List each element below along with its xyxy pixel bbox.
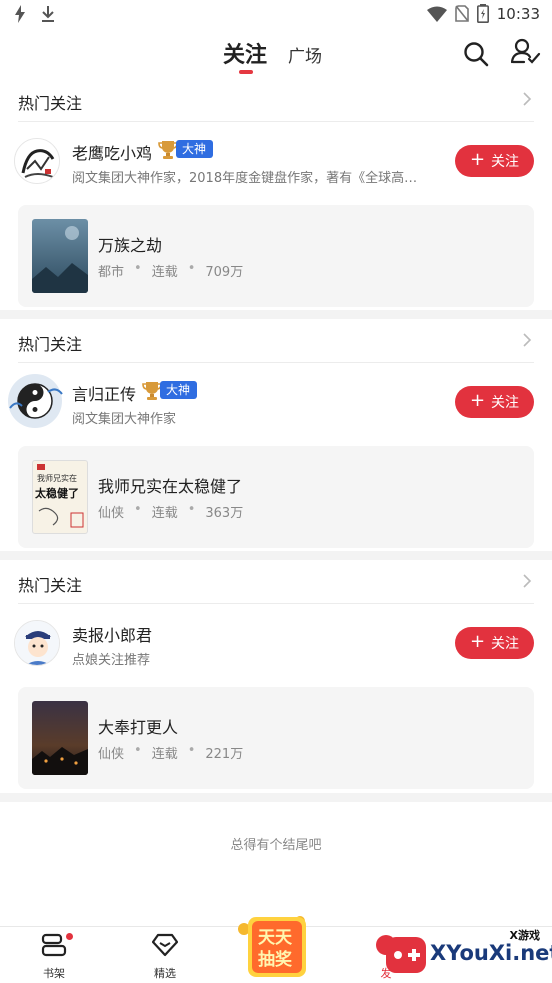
meta-separator: • <box>134 261 142 276</box>
active-tab-indicator <box>239 70 253 74</box>
top-header: 关注 广场 <box>0 30 552 78</box>
book-card[interactable]: 我师兄实在 太稳健了 我师兄实在太稳健了 仙侠 • 连载 • 363万 <box>18 446 534 548</box>
book-genre: 仙侠 <box>98 747 125 762</box>
book-card[interactable]: 大奉打更人 仙侠 • 连载 • 221万 <box>18 687 534 789</box>
author-name: 言归正传 <box>72 385 137 404</box>
section-header[interactable]: 热门关注 <box>18 319 534 363</box>
author-row[interactable]: 卖报小郎君 点娘关注推荐 + 关注 <box>0 605 552 683</box>
avatar[interactable] <box>6 372 64 430</box>
section-hot-follow: 热门关注 卖报小郎君 点娘关注推荐 + 关注 大奉打更人 仙侠 • 连载 • 2… <box>0 560 552 793</box>
watermark-main: XYouXi.net <box>430 941 552 965</box>
author-description: 点娘关注推荐 <box>72 653 151 668</box>
author-name: 卖报小郎君 <box>72 626 153 645</box>
flash-icon <box>15 5 25 23</box>
author-row[interactable]: 老鹰吃小鸡 大神 阅文集团大神作家，2018年度金键盘作家，著有《全球高… + … <box>0 123 552 201</box>
nav-label: 书架 <box>43 967 65 980</box>
book-word-count: 221万 <box>205 747 244 762</box>
book-title: 万族之劫 <box>98 236 163 255</box>
wifi-icon <box>426 6 447 22</box>
bottom-navigation: 书架 精选 天天 抽奖 发 X游戏 XYouXi.net <box>0 916 552 983</box>
section-header[interactable]: 热门关注 <box>18 78 534 122</box>
master-badge: 大神 <box>157 138 214 160</box>
battery-icon <box>476 4 489 23</box>
book-meta: 都市 • 连载 • 709万 <box>98 261 243 280</box>
section-title: 热门关注 <box>18 335 83 354</box>
chevron-right-icon <box>523 574 532 588</box>
follow-label: 关注 <box>491 636 520 652</box>
book-cover[interactable] <box>32 219 88 293</box>
book-status: 连载 <box>151 265 178 280</box>
author-description: 阅文集团大神作家 <box>72 412 177 427</box>
avatar[interactable] <box>14 620 60 666</box>
meta-separator: • <box>134 502 142 517</box>
bookshelf-icon <box>41 933 67 957</box>
book-card[interactable]: 万族之劫 都市 • 连载 • 709万 <box>18 205 534 307</box>
avatar[interactable] <box>14 138 60 184</box>
follow-label: 关注 <box>491 154 520 170</box>
end-of-list-text: 总得有个结尾吧 <box>230 838 322 853</box>
search-icon[interactable] <box>463 41 489 67</box>
book-title: 大奉打更人 <box>98 718 179 737</box>
section-header[interactable]: 热门关注 <box>18 560 534 604</box>
book-word-count: 363万 <box>205 506 244 521</box>
section-title: 热门关注 <box>18 94 83 113</box>
meta-separator: • <box>187 743 196 758</box>
book-cover[interactable]: 我师兄实在 太稳健了 <box>32 460 88 534</box>
nav-featured[interactable]: 精选 <box>135 933 195 981</box>
diamond-icon <box>151 933 179 957</box>
book-meta: 仙侠 • 连载 • 363万 <box>98 502 243 521</box>
lottery-line2: 抽奖 <box>258 950 292 970</box>
download-icon <box>42 6 54 22</box>
chevron-right-icon <box>523 333 532 347</box>
nav-label: 精选 <box>154 967 176 980</box>
author-description: 阅文集团大神作家，2018年度金键盘作家，著有《全球高… <box>72 171 418 186</box>
meta-separator: • <box>134 743 142 758</box>
notification-dot <box>66 933 73 940</box>
badge-label: 大神 <box>160 381 198 399</box>
meta-separator: • <box>187 502 196 517</box>
book-genre: 都市 <box>98 265 125 280</box>
follow-button[interactable]: + 关注 <box>455 145 534 177</box>
book-status: 连载 <box>151 747 178 762</box>
book-meta: 仙侠 • 连载 • 221万 <box>98 743 243 762</box>
list-end-area <box>0 802 552 926</box>
badge-label: 大神 <box>176 140 214 158</box>
section-hot-follow: 热门关注 言归正传 大神 阅文集团大神作家 + 关注 我师兄实在 太稳健了 我师… <box>0 319 552 551</box>
status-bar: 10:33 <box>0 0 552 30</box>
site-watermark: X游戏 XYouXi.net <box>374 925 552 983</box>
meta-separator: • <box>187 261 196 276</box>
book-genre: 仙侠 <box>98 506 125 521</box>
book-status: 连载 <box>151 506 178 521</box>
book-cover[interactable] <box>32 701 88 775</box>
book-title: 我师兄实在太稳健了 <box>98 477 243 496</box>
chevron-right-icon <box>523 92 532 106</box>
follow-button[interactable]: + 关注 <box>455 386 534 418</box>
author-name: 老鹰吃小鸡 <box>72 144 153 163</box>
nav-bookshelf[interactable]: 书架 <box>24 933 84 981</box>
tab-plaza[interactable]: 广场 <box>288 42 322 67</box>
tab-follow[interactable]: 关注 <box>223 37 267 69</box>
author-row[interactable]: 言归正传 大神 阅文集团大神作家 + 关注 <box>0 364 552 442</box>
user-follow-icon[interactable] <box>511 38 541 66</box>
section-title: 热门关注 <box>18 576 83 595</box>
follow-button[interactable]: + 关注 <box>455 627 534 659</box>
book-word-count: 709万 <box>205 265 244 280</box>
daily-lottery-button[interactable]: 天天 抽奖 <box>236 911 314 983</box>
section-hot-follow: 热门关注 老鹰吃小鸡 大神 阅文集团大神作家，2018年度金键盘作家，著有《全球… <box>0 78 552 310</box>
plus-icon: + <box>469 390 486 411</box>
follow-label: 关注 <box>491 395 520 411</box>
plus-icon: + <box>469 149 486 170</box>
plus-icon: + <box>469 631 486 652</box>
no-sim-icon <box>454 5 469 22</box>
clock: 10:33 <box>496 4 540 23</box>
master-badge: 大神 <box>141 379 198 401</box>
